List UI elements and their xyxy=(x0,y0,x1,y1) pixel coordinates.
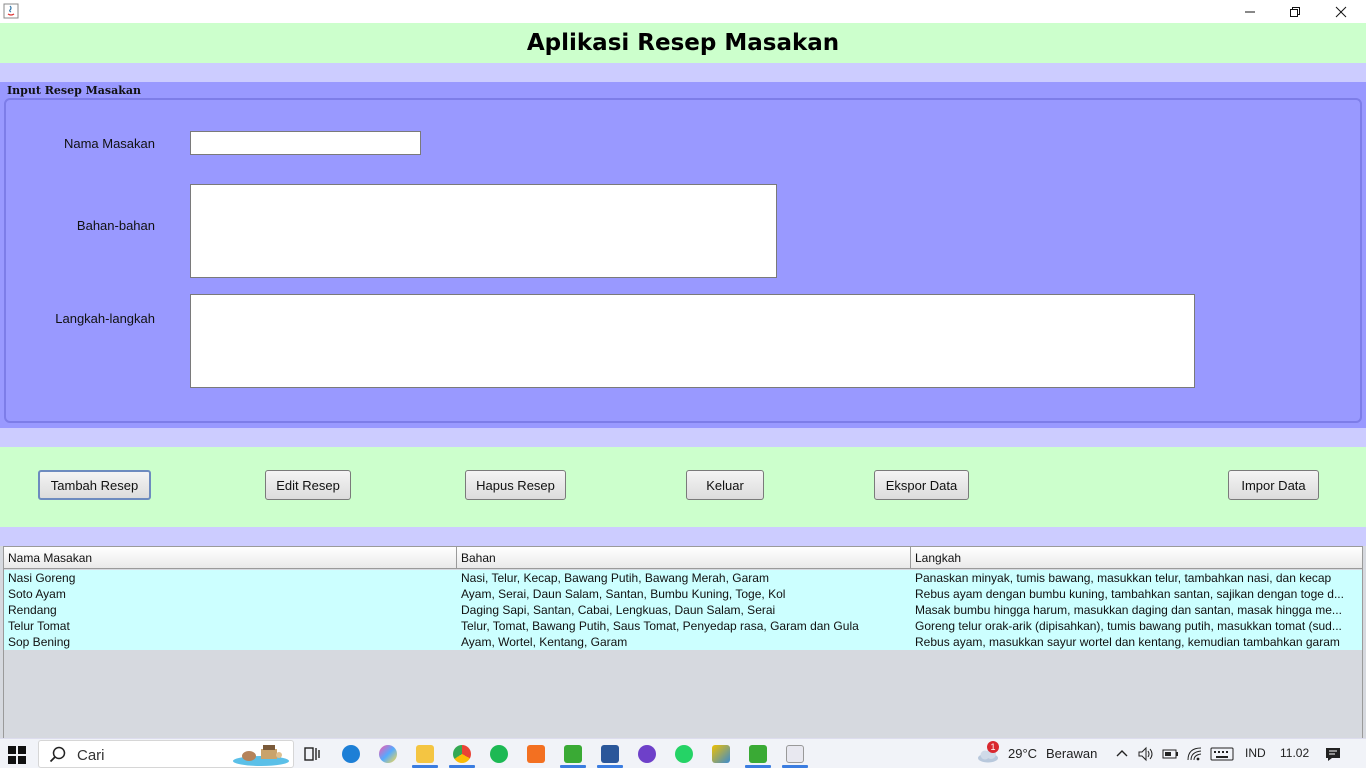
recipe-table-area: Nama Masakan Bahan Langkah Nasi Goreng Na… xyxy=(0,546,1366,738)
microsoft-word-icon[interactable] xyxy=(601,745,619,763)
close-button[interactable] xyxy=(1318,0,1364,23)
table-row[interactable]: Nasi Goreng Nasi, Telur, Kecap, Bawang Pu… xyxy=(4,570,1362,586)
table-row[interactable]: Sop Bening Ayam, Wortel, Kentang, Garam Re… xyxy=(4,634,1362,650)
cell-langkah[interactable]: Goreng telur orak-arik (dipisahkan), tum… xyxy=(911,618,1362,634)
table-row[interactable]: Rendang Daging Sapi, Santan, Cabai, Lengk… xyxy=(4,602,1362,618)
edit-resep-button[interactable]: Edit Resep xyxy=(265,470,351,500)
search-placeholder: Cari xyxy=(77,747,105,764)
window-titlebar xyxy=(0,0,1366,23)
task-view-icon[interactable] xyxy=(303,745,321,763)
keyboard-icon[interactable] xyxy=(1210,745,1234,763)
table-header: Nama Masakan Bahan Langkah xyxy=(4,547,1362,569)
battery-icon[interactable] xyxy=(1162,745,1180,763)
volume-icon[interactable] xyxy=(1137,745,1155,763)
cell-nama-masakan[interactable]: Nasi Goreng xyxy=(4,570,457,586)
minimize-icon xyxy=(1245,11,1255,12)
chevron-up-icon[interactable] xyxy=(1114,745,1132,763)
tambah-resep-button[interactable]: Tambah Resep xyxy=(38,470,151,500)
file-explorer-icon[interactable] xyxy=(416,745,434,763)
cell-langkah[interactable]: Masak bumbu hingga harum, masukkan dagin… xyxy=(911,602,1362,618)
copilot-icon[interactable] xyxy=(379,745,397,763)
wifi-icon[interactable] xyxy=(1186,745,1204,763)
cell-bahan[interactable]: Nasi, Telur, Kecap, Bawang Putih, Bawang… xyxy=(457,570,911,586)
search-highlight-illustration-icon xyxy=(231,743,291,767)
table-body: Nasi Goreng Nasi, Telur, Kecap, Bawang Pu… xyxy=(4,570,1362,650)
code-editor-icon[interactable] xyxy=(564,745,582,763)
cell-langkah[interactable]: Rebus ayam dengan bumbu kuning, tambahka… xyxy=(911,586,1362,602)
java-app-taskbar-icon[interactable] xyxy=(786,745,804,763)
table-row[interactable]: Soto Ayam Ayam, Serai, Daun Salam, Santan… xyxy=(4,586,1362,602)
clock-time[interactable]: 11.02 xyxy=(1280,746,1309,760)
input-recipe-panel: Input Resep Masakan Nama Masakan Bahan-b… xyxy=(0,82,1366,428)
spotify-icon[interactable] xyxy=(490,745,508,763)
keluar-button[interactable]: Keluar xyxy=(686,470,764,500)
close-icon xyxy=(1335,6,1347,17)
separator-band xyxy=(0,527,1366,546)
impor-data-button[interactable]: Impor Data xyxy=(1228,470,1319,500)
cell-langkah[interactable]: Panaskan minyak, tumis bawang, masukkan … xyxy=(911,570,1362,586)
cell-nama-masakan[interactable]: Sop Bening xyxy=(4,634,457,650)
action-button-bar: Tambah Resep Edit Resep Hapus Resep Kelu… xyxy=(0,447,1366,527)
cell-bahan[interactable]: Daging Sapi, Santan, Cabai, Lengkuas, Da… xyxy=(457,602,911,618)
separator-band xyxy=(0,63,1366,82)
hapus-resep-button[interactable]: Hapus Resep xyxy=(465,470,566,500)
recipe-table: Nama Masakan Bahan Langkah Nasi Goreng Na… xyxy=(3,546,1363,738)
cell-nama-masakan[interactable]: Rendang xyxy=(4,602,457,618)
column-header-langkah[interactable]: Langkah xyxy=(911,547,1362,568)
minimize-button[interactable] xyxy=(1227,0,1273,23)
edge-browser-icon[interactable] xyxy=(342,745,360,763)
notification-center-icon[interactable] xyxy=(1324,745,1342,763)
search-icon xyxy=(49,746,67,769)
input-group-title: Input Resep Masakan xyxy=(7,84,141,97)
langkah-langkah-label: Langkah-langkah xyxy=(55,311,155,326)
column-header-nama-masakan[interactable]: Nama Masakan xyxy=(4,547,457,568)
column-header-bahan[interactable]: Bahan xyxy=(457,547,911,568)
app-header: Aplikasi Resep Masakan xyxy=(0,23,1366,63)
cell-langkah[interactable]: Rebus ayam, masukkan sayur wortel dan ke… xyxy=(911,634,1362,650)
weather-notification-badge: 1 xyxy=(987,741,999,753)
separator-band xyxy=(0,428,1366,447)
github-desktop-icon[interactable] xyxy=(638,745,656,763)
input-language[interactable]: IND xyxy=(1245,746,1266,760)
java-app-icon xyxy=(3,3,19,19)
langkah-langkah-textarea[interactable] xyxy=(190,294,1195,388)
virtualbox-icon[interactable] xyxy=(712,745,730,763)
bahan-bahan-label: Bahan-bahan xyxy=(76,218,155,233)
taskbar-search-box[interactable]: Cari xyxy=(38,740,294,768)
nama-masakan-label: Nama Masakan xyxy=(63,136,155,151)
cell-bahan[interactable]: Ayam, Wortel, Kentang, Garam xyxy=(457,634,911,650)
cell-bahan[interactable]: Ayam, Serai, Daun Salam, Santan, Bumbu K… xyxy=(457,586,911,602)
code-editor-2-icon[interactable] xyxy=(749,745,767,763)
restore-icon xyxy=(1290,6,1300,17)
app-title: Aplikasi Resep Masakan xyxy=(526,30,840,56)
whatsapp-icon[interactable] xyxy=(675,745,693,763)
ekspor-data-button[interactable]: Ekspor Data xyxy=(874,470,969,500)
xampp-icon[interactable] xyxy=(527,745,545,763)
bahan-bahan-textarea[interactable] xyxy=(190,184,777,278)
chrome-browser-icon[interactable] xyxy=(453,745,471,763)
weather-temperature[interactable]: 29°C xyxy=(1008,746,1037,761)
windows-taskbar: Cari 1 29°C Berawan IND 11.02 xyxy=(0,738,1366,768)
weather-condition[interactable]: Berawan xyxy=(1046,746,1097,761)
cell-nama-masakan[interactable]: Soto Ayam xyxy=(4,586,457,602)
windows-start-icon[interactable] xyxy=(8,746,26,764)
cell-nama-masakan[interactable]: Telur Tomat xyxy=(4,618,457,634)
restore-button[interactable] xyxy=(1272,0,1318,23)
cell-bahan[interactable]: Telur, Tomat, Bawang Putih, Saus Tomat, … xyxy=(457,618,911,634)
table-row[interactable]: Telur Tomat Telur, Tomat, Bawang Putih, S… xyxy=(4,618,1362,634)
nama-masakan-input[interactable] xyxy=(190,131,421,155)
